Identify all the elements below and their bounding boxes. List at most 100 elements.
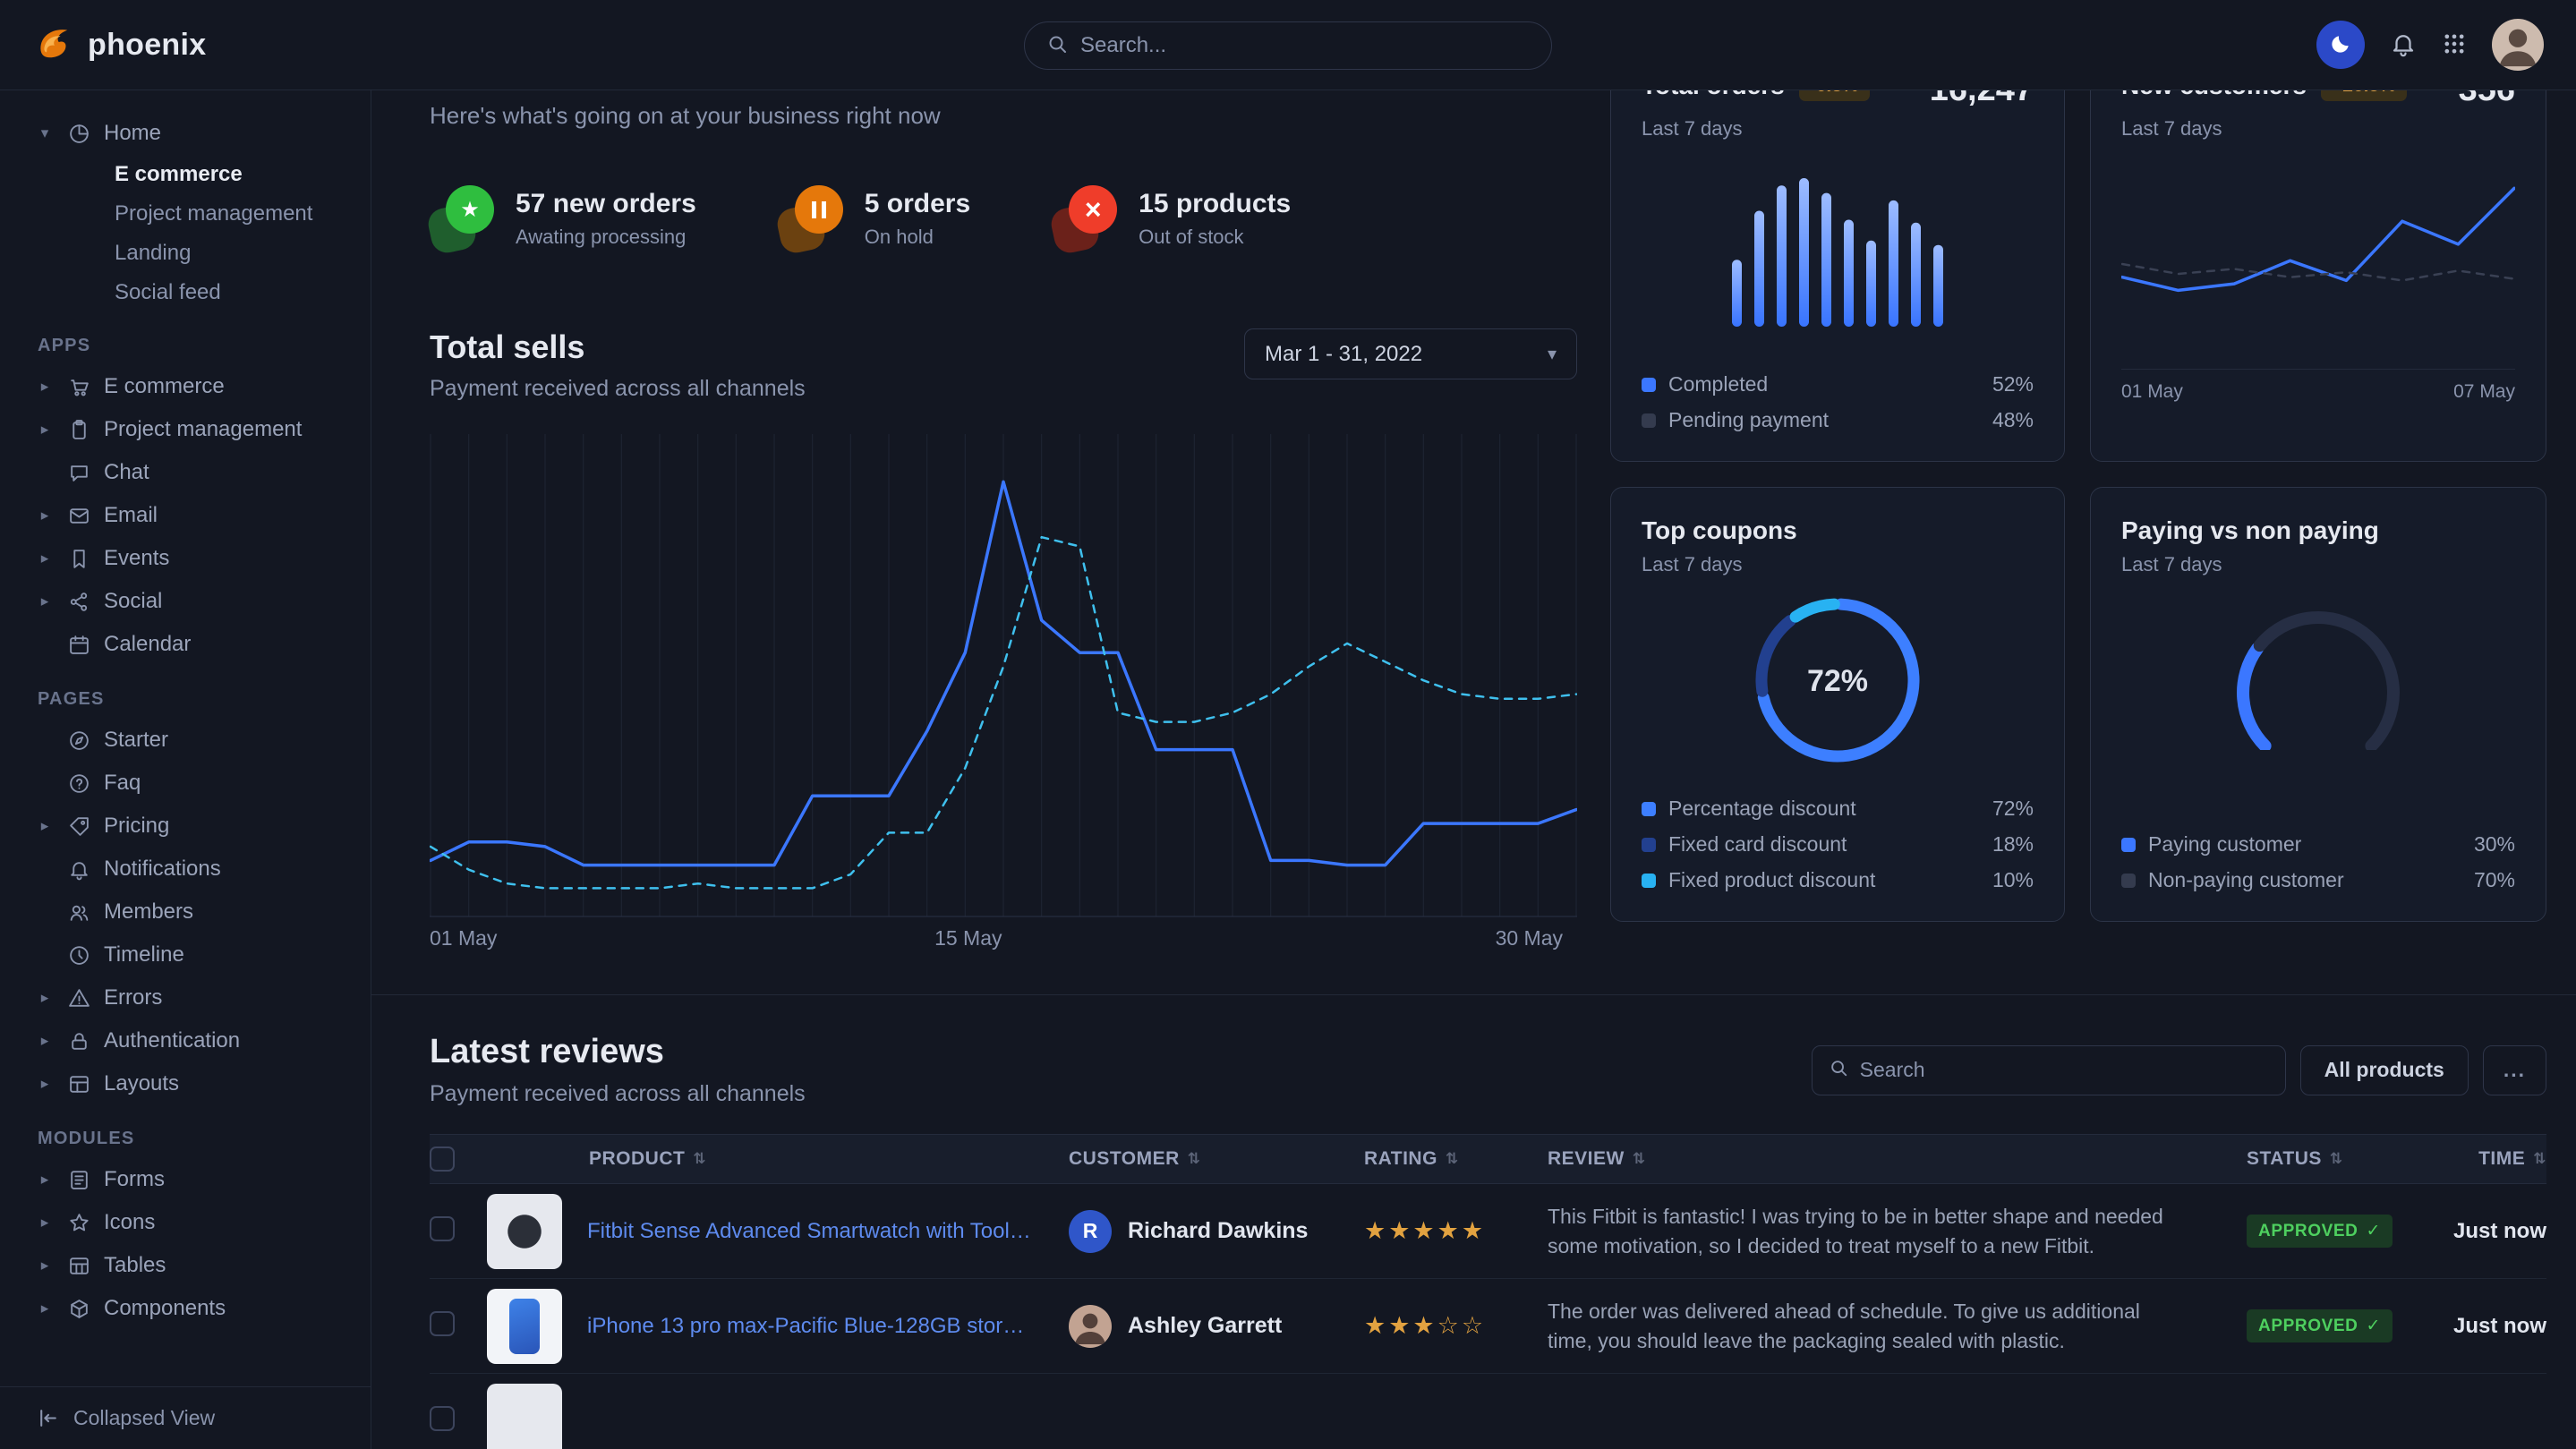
stat-caption: Out of stock [1139, 226, 1291, 249]
sidebar-subitem-e-commerce[interactable]: E commerce [0, 155, 371, 194]
global-search[interactable] [1024, 21, 1552, 70]
apps-menu-button[interactable] [2442, 31, 2467, 59]
sidebar-item-project-management[interactable]: ▸Project management [0, 408, 371, 451]
brand[interactable]: phoenix [32, 22, 206, 68]
sidebar-item-forms[interactable]: ▸Forms [0, 1158, 371, 1201]
product-link[interactable]: Fitbit Sense Advanced Smartwatch with To… [587, 1219, 1035, 1244]
caret-icon: ▸ [36, 378, 54, 396]
more-options-button[interactable]: ... [2483, 1045, 2546, 1095]
row-checkbox[interactable] [430, 1216, 455, 1241]
theme-toggle-button[interactable] [2316, 21, 2365, 69]
stat-on-hold: 5 ordersOn hold [779, 185, 970, 251]
stat-value: 15 products [1139, 189, 1291, 219]
sidebar-item-chat[interactable]: Chat [0, 451, 371, 494]
topbar: phoenix [0, 0, 2576, 90]
sidebar-item-pricing[interactable]: ▸Pricing [0, 805, 371, 848]
sidebar-subitem-landing[interactable]: Landing [0, 234, 371, 273]
select-all-checkbox[interactable] [430, 1146, 455, 1172]
column-header-status[interactable]: STATUS⇅ [2247, 1148, 2430, 1170]
box-icon [67, 1297, 90, 1320]
column-label: REVIEW [1548, 1148, 1625, 1170]
pause-icon [812, 201, 826, 218]
review-text: This Fitbit is fantastic! I was trying t… [1548, 1202, 2247, 1260]
sidebar-item-social[interactable]: ▸Social [0, 580, 371, 623]
sidebar-item-components[interactable]: ▸Components [0, 1287, 371, 1330]
column-header-rating[interactable]: RATING⇅ [1364, 1148, 1548, 1170]
row-checkbox[interactable] [430, 1406, 455, 1431]
sidebar-item-authentication[interactable]: ▸Authentication [0, 1019, 371, 1062]
sidebar-section-label: APPS [0, 336, 371, 356]
mail-icon [67, 504, 90, 527]
star-icon: ★ [460, 197, 480, 223]
column-header-time[interactable]: TIME⇅ [2430, 1148, 2546, 1170]
search-input[interactable] [1080, 33, 1530, 58]
dashboard-cards: Total orders -6.8% 16,247 Last 7 days Co… [1610, 41, 2546, 955]
total-sells-chart [430, 434, 1577, 917]
sidebar-item-calendar[interactable]: Calendar [0, 623, 371, 666]
legend-label: Pending payment [1668, 408, 1829, 432]
legend-item: Paying customer30% [2121, 832, 2515, 857]
stat-disc: × [1069, 185, 1117, 234]
notifications-button[interactable] [2390, 30, 2417, 60]
date-range-value: Mar 1 - 31, 2022 [1265, 342, 1422, 367]
caret-icon: ▸ [36, 1171, 54, 1189]
legend-item: Completed52% [1642, 372, 2034, 396]
total-sells-x-axis: 01 May 15 May 30 May [430, 926, 1577, 955]
column-header-review[interactable]: REVIEW ⇅ [1548, 1148, 2247, 1170]
reviews-search-input[interactable] [1860, 1058, 2269, 1082]
check-icon: ✓ [2366, 1316, 2381, 1336]
date-range-select[interactable]: Mar 1 - 31, 2022 ▾ [1244, 328, 1577, 379]
all-products-button[interactable]: All products [2300, 1045, 2469, 1095]
phone-body [509, 1299, 540, 1354]
reviews-search[interactable] [1812, 1045, 2286, 1095]
stat-text: 5 ordersOn hold [865, 189, 970, 249]
column-label: TIME [2478, 1148, 2525, 1170]
customer-avatar: R [1069, 1210, 1112, 1253]
table-icon [67, 1254, 90, 1277]
sidebar-item-home[interactable]: ▾Home [0, 112, 371, 155]
row-checkbox[interactable] [430, 1311, 455, 1336]
sidebar-subitem-social-feed[interactable]: Social feed [0, 273, 371, 312]
card-period: Last 7 days [2121, 117, 2515, 141]
caret-icon: ▸ [36, 507, 54, 524]
legend-label: Percentage discount [1668, 797, 1856, 821]
legend-label: Non-paying customer [2148, 868, 2344, 892]
chevron-down-icon: ▾ [1548, 343, 1557, 365]
sidebar-item-events[interactable]: ▸Events [0, 537, 371, 580]
sidebar-item-label: Social [104, 589, 162, 614]
product-thumbnail [487, 1384, 562, 1449]
sidebar-item-e-commerce[interactable]: ▸E commerce [0, 365, 371, 408]
sidebar-item-errors[interactable]: ▸Errors [0, 976, 371, 1019]
sidebar-item-tables[interactable]: ▸Tables [0, 1244, 371, 1287]
sidebar-item-starter[interactable]: Starter [0, 719, 371, 762]
sort-icon: ⇅ [1633, 1150, 1646, 1168]
sidebar-subitem-project-management[interactable]: Project management [0, 194, 371, 234]
product-cell: Fitbit Sense Advanced Smartwatch with To… [487, 1194, 1069, 1269]
sidebar-item-email[interactable]: ▸Email [0, 494, 371, 537]
sidebar-nav: ▾HomeE commerceProject managementLanding… [0, 90, 371, 1386]
product-thumbnail [487, 1289, 562, 1364]
sort-icon: ⇅ [1446, 1150, 1459, 1168]
clock-icon [67, 943, 90, 967]
total-sells-title: Total sells [430, 328, 806, 366]
user-avatar[interactable] [2492, 19, 2544, 71]
collapsed-view-button[interactable]: Collapsed View [0, 1386, 371, 1449]
sidebar-item-faq[interactable]: Faq [0, 762, 371, 805]
sidebar-item-label: Layouts [104, 1071, 179, 1096]
column-header-product[interactable]: PRODUCT⇅ [487, 1148, 1069, 1170]
legend-item: Fixed card discount18% [1642, 832, 2034, 857]
sidebar-item-icons[interactable]: ▸Icons [0, 1201, 371, 1244]
sidebar-item-layouts[interactable]: ▸ Layouts [0, 1062, 371, 1105]
total-sells-subtitle: Payment received across all channels [430, 376, 806, 402]
sidebar-item-notifications[interactable]: Notifications [0, 848, 371, 891]
product-cell [487, 1384, 1069, 1449]
caret-icon: ▸ [36, 1075, 54, 1093]
product-link[interactable]: iPhone 13 pro max-Pacific Blue-128GB sto… [587, 1314, 1035, 1339]
sidebar-item-members[interactable]: Members [0, 891, 371, 933]
sidebar-item-timeline[interactable]: Timeline [0, 933, 371, 976]
help-icon [67, 771, 90, 795]
stat-text: 15 products Out of stock [1139, 189, 1291, 249]
layout-icon [67, 1072, 90, 1095]
sidebar-item-label: Errors [104, 985, 162, 1010]
column-header-customer[interactable]: CUSTOMER⇅ [1069, 1148, 1364, 1170]
